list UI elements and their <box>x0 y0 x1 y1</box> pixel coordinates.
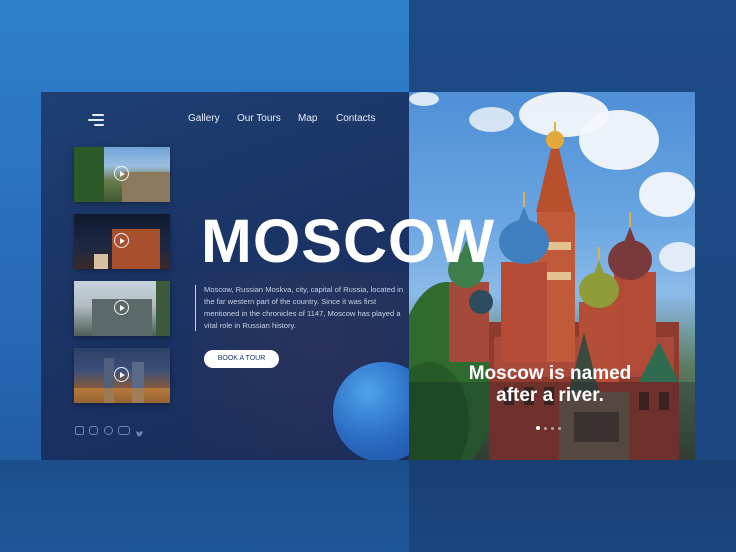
nav-map[interactable]: Map <box>298 113 317 124</box>
thumb-people <box>94 254 108 269</box>
thumb-tree <box>156 281 170 336</box>
menu-line <box>94 124 104 126</box>
slider-dot[interactable] <box>558 427 561 430</box>
facebook-icon[interactable] <box>75 426 84 435</box>
slider-dot-active[interactable] <box>536 426 540 430</box>
thumb-building <box>122 172 170 202</box>
caption-line-1: Moscow is named <box>468 363 632 384</box>
youtube-icon[interactable] <box>118 426 130 435</box>
description-divider <box>195 285 196 331</box>
slider-dot[interactable] <box>551 427 554 430</box>
hero-description: Moscow, Russian Moskva, city, capital of… <box>204 285 404 330</box>
play-icon[interactable] <box>114 233 129 248</box>
gallery-thumbnail[interactable] <box>74 281 170 336</box>
menu-line <box>88 119 104 121</box>
book-a-tour-button[interactable]: BOOK A TOUR <box>204 350 279 368</box>
nav-gallery[interactable]: Gallery <box>188 113 220 124</box>
play-icon[interactable] <box>114 300 129 315</box>
camera-icon[interactable] <box>104 426 113 435</box>
hamburger-menu-icon[interactable] <box>88 114 104 126</box>
thumb-lights <box>74 388 170 403</box>
slider-dot[interactable] <box>544 427 547 430</box>
caption-line-2: after a river. <box>496 385 604 406</box>
hero-caption: Moscow is named after a river. <box>455 363 645 407</box>
twitter-icon[interactable] <box>135 426 144 437</box>
hero-title: MOSCOW <box>201 207 496 275</box>
gallery-thumbnail[interactable] <box>74 348 170 403</box>
gallery-thumbnail[interactable] <box>74 147 170 202</box>
thumb-tree <box>74 147 104 202</box>
play-icon[interactable] <box>114 166 129 181</box>
play-icon[interactable] <box>114 367 129 382</box>
decorative-orb <box>333 362 409 460</box>
background-reflection <box>0 460 736 552</box>
instagram-icon[interactable] <box>89 426 98 435</box>
nav-contacts[interactable]: Contacts <box>336 113 375 124</box>
gallery-thumbnail[interactable] <box>74 214 170 269</box>
menu-line <box>92 114 104 116</box>
nav-our-tours[interactable]: Our Tours <box>237 113 281 124</box>
